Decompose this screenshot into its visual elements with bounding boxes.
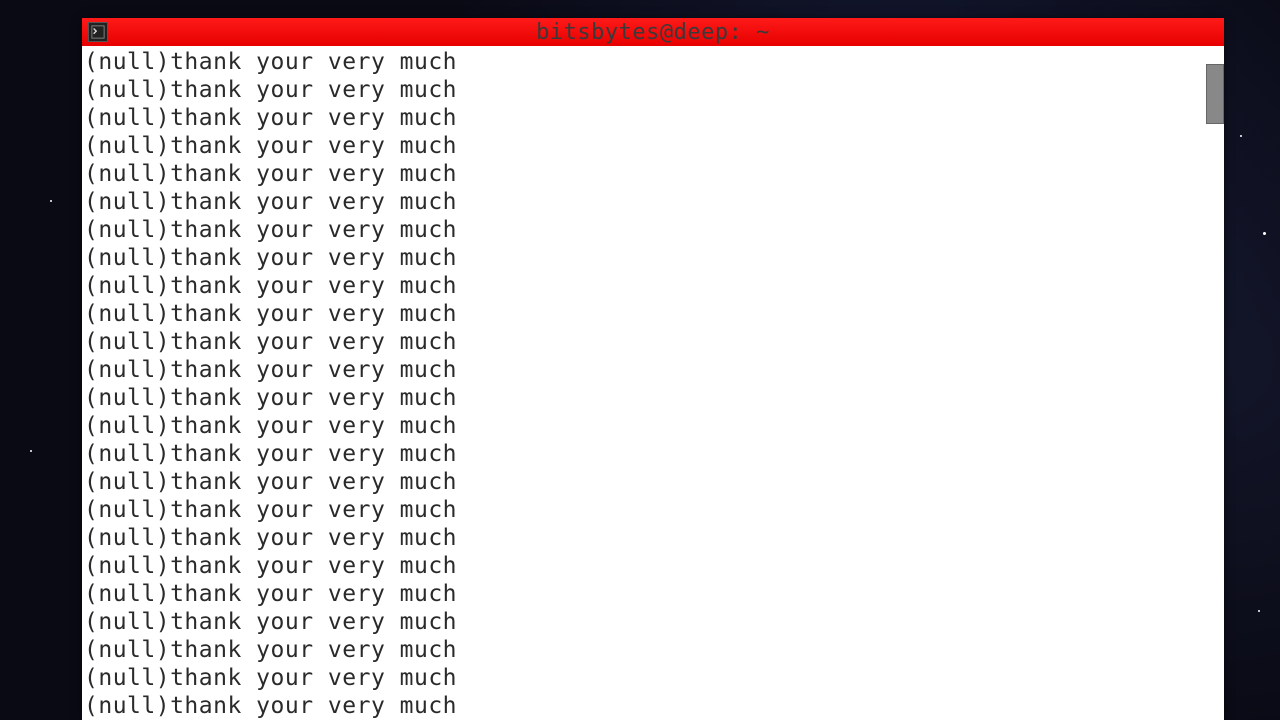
- star: [1258, 610, 1260, 612]
- scrollbar-thumb[interactable]: [1206, 64, 1224, 124]
- terminal-line: (null)thank your very much: [84, 244, 1224, 272]
- star: [1263, 232, 1266, 235]
- terminal-line: (null)thank your very much: [84, 384, 1224, 412]
- terminal-content[interactable]: (null)thank your very much(null)thank yo…: [82, 46, 1224, 720]
- terminal-line: (null)thank your very much: [84, 300, 1224, 328]
- terminal-line: (null)thank your very much: [84, 636, 1224, 664]
- terminal-line: (null)thank your very much: [84, 328, 1224, 356]
- terminal-line: (null)thank your very much: [84, 580, 1224, 608]
- terminal-line: (null)thank your very much: [84, 552, 1224, 580]
- terminal-line: (null)thank your very much: [84, 272, 1224, 300]
- terminal-line: (null)thank your very much: [84, 664, 1224, 692]
- terminal-line: (null)thank your very much: [84, 412, 1224, 440]
- terminal-line: (null)thank your very much: [84, 496, 1224, 524]
- terminal-window[interactable]: bitsbytes@deep: ~ (null)thank your very …: [82, 18, 1224, 720]
- terminal-line: (null)thank your very much: [84, 356, 1224, 384]
- terminal-line: (null)thank your very much: [84, 160, 1224, 188]
- terminal-line: (null)thank your very much: [84, 468, 1224, 496]
- terminal-line: (null)thank your very much: [84, 692, 1224, 720]
- terminal-line: (null)thank your very much: [84, 524, 1224, 552]
- terminal-line: (null)thank your very much: [84, 132, 1224, 160]
- terminal-icon[interactable]: [88, 22, 108, 42]
- star: [50, 200, 52, 202]
- terminal-line: (null)thank your very much: [84, 188, 1224, 216]
- terminal-line: (null)thank your very much: [84, 608, 1224, 636]
- terminal-line: (null)thank your very much: [84, 76, 1224, 104]
- terminal-line: (null)thank your very much: [84, 48, 1224, 76]
- star: [30, 450, 32, 452]
- window-title: bitsbytes@deep: ~: [536, 20, 770, 45]
- terminal-line: (null)thank your very much: [84, 216, 1224, 244]
- star: [1240, 135, 1242, 137]
- title-bar[interactable]: bitsbytes@deep: ~: [82, 18, 1224, 46]
- terminal-line: (null)thank your very much: [84, 104, 1224, 132]
- terminal-line: (null)thank your very much: [84, 440, 1224, 468]
